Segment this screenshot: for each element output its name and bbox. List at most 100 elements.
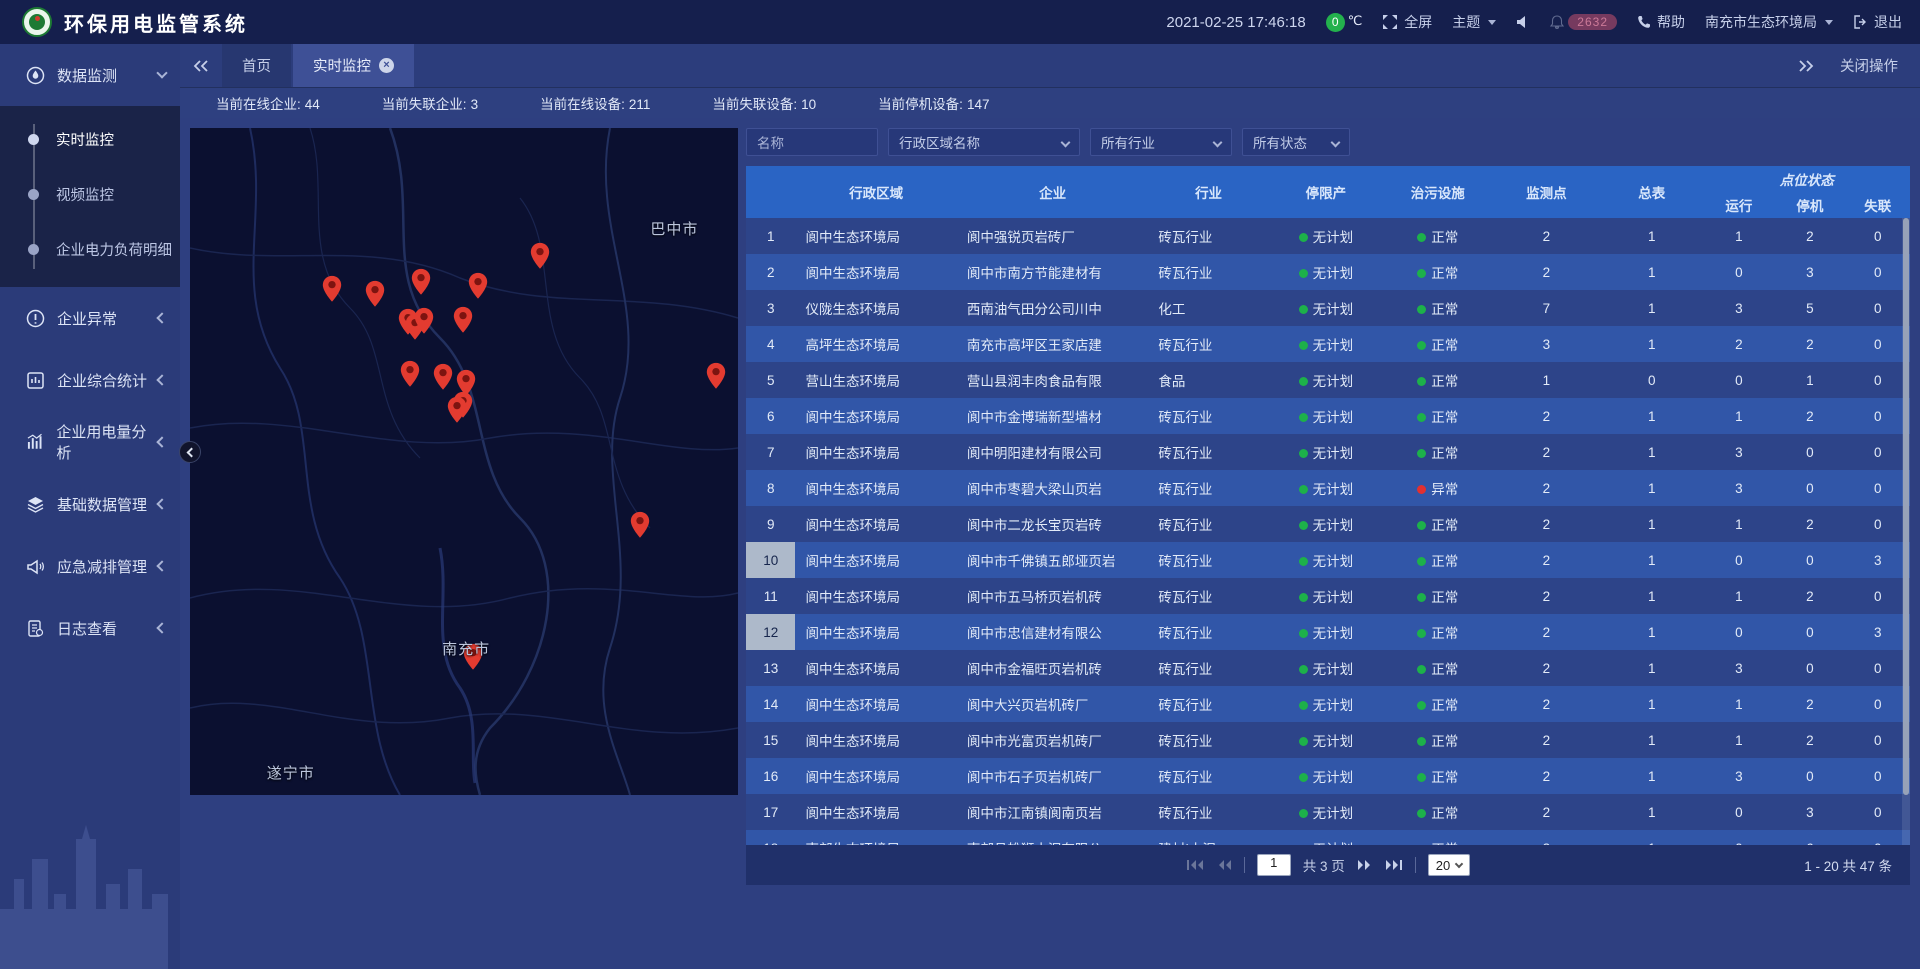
enterprise-table: 行政区域 企业 行业 停限产 治污设施 监测点 总表 点位状态: [746, 166, 1910, 845]
sidebar-item-data-monitoring[interactable]: 数据监测: [0, 44, 180, 106]
sound-button[interactable]: [1516, 15, 1530, 29]
industry-select[interactable]: 所有行业: [1090, 128, 1232, 156]
chevron-left-icon: [187, 448, 197, 458]
region-select[interactable]: 行政区域名称: [888, 128, 1080, 156]
map-pin-icon[interactable]: [413, 307, 434, 340]
datetime: 2021-02-25 17:46:18: [1166, 14, 1305, 31]
table-row[interactable]: 5营山生态环境局营山县润丰肉食品有限食品无计划正常10010: [746, 362, 1910, 398]
table-row[interactable]: 2阆中生态环境局阆中市南方节能建材有砖瓦行业无计划正常21030: [746, 254, 1910, 290]
sidebar-item-power-load-detail[interactable]: 企业电力负荷明细: [0, 222, 180, 277]
first-page-button[interactable]: [1186, 859, 1204, 871]
status-dot: [1299, 233, 1308, 242]
last-page-button[interactable]: [1385, 859, 1403, 871]
sidebar-item-log-view[interactable]: 日志查看: [0, 597, 180, 659]
filter-bar: 名称 行政区域名称 所有行业 所有状态: [746, 128, 1910, 156]
table-row[interactable]: 18南部生态环境局南部县雄狮水泥有限公建材|水泥无计划正常21060: [746, 830, 1910, 845]
map-pin-icon[interactable]: [321, 275, 342, 308]
stat-item: 当前在线企业:44: [216, 93, 320, 113]
table-row[interactable]: 10阆中生态环境局阆中市千佛镇五郎垭页岩砖瓦行业无计划正常21003: [746, 542, 1910, 578]
status-dot: [1299, 737, 1308, 746]
map-pin-icon[interactable]: [530, 242, 551, 275]
notification-count-badge: 2632: [1568, 14, 1617, 30]
map-panel[interactable]: 巴中市南充市遂宁市: [190, 128, 738, 795]
fullscreen-button[interactable]: 全屏: [1382, 12, 1432, 32]
table-scrollbar[interactable]: [1902, 218, 1910, 845]
logout-button[interactable]: 退出: [1853, 12, 1902, 32]
notifications[interactable]: 2632: [1550, 14, 1617, 30]
table-row[interactable]: 8阆中生态环境局阆中市枣碧大梁山页岩砖瓦行业无计划异常21300: [746, 470, 1910, 506]
col-region: 行政区域: [795, 166, 956, 218]
status-dot: [1299, 557, 1308, 566]
sidebar-item-emergency-reduction[interactable]: 应急减排管理: [0, 535, 180, 597]
sidebar-item-company-abnormal[interactable]: 企业异常: [0, 287, 180, 349]
map-pin-icon[interactable]: [452, 306, 473, 339]
sidebar: 数据监测 实时监控 视频监控 企业电力负荷明细 企业异常: [0, 44, 180, 969]
name-search-input[interactable]: 名称: [746, 128, 878, 156]
app: 环保用电监管系统 2021-02-25 17:46:18 0 ℃ 全屏 主题: [0, 0, 1920, 969]
map-pin-icon[interactable]: [446, 396, 467, 429]
speaker-icon: [1516, 15, 1530, 29]
table-row[interactable]: 14阆中生态环境局阆中大兴页岩机砖厂砖瓦行业无计划正常21120: [746, 686, 1910, 722]
tab-bar: 首页 实时监控 × 关闭操作: [180, 44, 1920, 88]
tabs-scroll-left-button[interactable]: [180, 44, 222, 87]
status-dot: [1417, 449, 1426, 458]
status-select[interactable]: 所有状态: [1242, 128, 1350, 156]
table-row[interactable]: 7阆中生态环境局阆中明阳建材有限公司砖瓦行业无计划正常21300: [746, 434, 1910, 470]
org-dropdown[interactable]: 南充市生态环境局: [1705, 12, 1833, 32]
close-icon[interactable]: ×: [379, 58, 394, 73]
total-pages-label: 共 3 页: [1303, 855, 1345, 875]
table-row[interactable]: 12阆中生态环境局阆中市忠信建材有限公砖瓦行业无计划正常21003: [746, 614, 1910, 650]
table-row[interactable]: 15阆中生态环境局阆中市光富页岩机砖厂砖瓦行业无计划正常21120: [746, 722, 1910, 758]
table-row[interactable]: 17阆中生态环境局阆中市江南镇阆南页岩砖瓦行业无计划正常21030: [746, 794, 1910, 830]
status-dot: [1417, 485, 1426, 494]
map-pin-icon[interactable]: [399, 360, 420, 393]
map-pin-icon[interactable]: [411, 268, 432, 301]
double-chevron-right-icon[interactable]: [1798, 60, 1814, 72]
theme-dropdown[interactable]: 主题: [1452, 12, 1496, 32]
map-pin-icon[interactable]: [365, 280, 386, 313]
megaphone-icon: [26, 557, 45, 576]
tab-home[interactable]: 首页: [222, 44, 291, 87]
chevron-down-icon: [1455, 859, 1463, 867]
chevron-left-icon: [156, 374, 167, 385]
table-row[interactable]: 6阆中生态环境局阆中市金博瑞新型墙材砖瓦行业无计划正常21120: [746, 398, 1910, 434]
col-point-status-group: 点位状态: [1703, 166, 1910, 192]
table-row[interactable]: 9阆中生态环境局阆中市二龙长宝页岩砖砖瓦行业无计划正常21120: [746, 506, 1910, 542]
first-page-icon: [1186, 859, 1204, 871]
chevron-left-icon: [157, 436, 168, 447]
status-dot: [1299, 521, 1308, 530]
sidebar-item-company-statistics[interactable]: 企业综合统计: [0, 349, 180, 411]
page-number-input[interactable]: 1: [1257, 854, 1291, 876]
sidebar-item-basic-data[interactable]: 基础数据管理: [0, 473, 180, 535]
status-dot: [1299, 341, 1308, 350]
close-operations-button[interactable]: 关闭操作: [1840, 55, 1898, 76]
table-row[interactable]: 11阆中生态环境局阆中市五马桥页岩机砖砖瓦行业无计划正常21120: [746, 578, 1910, 614]
prev-page-button[interactable]: [1216, 859, 1232, 871]
temperature: 0 ℃: [1326, 13, 1363, 32]
table-row[interactable]: 3仪陇生态环境局西南油气田分公司川中化工无计划正常71350: [746, 290, 1910, 326]
chevron-left-icon: [156, 498, 167, 509]
status-dot: [1299, 773, 1308, 782]
chevron-down-icon: [1488, 20, 1496, 25]
temperature-unit: ℃: [1348, 13, 1363, 29]
sidebar-item-power-analysis[interactable]: 企业用电量分析: [0, 411, 180, 473]
table-row[interactable]: 13阆中生态环境局阆中市金福旺页岩机砖砖瓦行业无计划正常21300: [746, 650, 1910, 686]
col-facility: 治污设施: [1383, 166, 1493, 218]
status-dot: [1299, 449, 1308, 458]
col-index: [746, 166, 795, 218]
table-row[interactable]: 4高坪生态环境局南充市高坪区王家店建砖瓦行业无计划正常31220: [746, 326, 1910, 362]
sidebar-item-video-monitor[interactable]: 视频监控: [0, 167, 180, 222]
page-size-select[interactable]: 20: [1428, 854, 1470, 876]
table-row[interactable]: 1阆中生态环境局阆中强锐页岩砖厂砖瓦行业无计划正常21120: [746, 218, 1910, 254]
chevron-down-icon: [1061, 137, 1071, 147]
map-pin-icon[interactable]: [706, 362, 727, 395]
table-row[interactable]: 16阆中生态环境局阆中市石子页岩机砖厂砖瓦行业无计划正常21300: [746, 758, 1910, 794]
sidebar-item-realtime-monitor[interactable]: 实时监控: [0, 112, 180, 167]
help-button[interactable]: 帮助: [1637, 12, 1685, 32]
map-pin-icon[interactable]: [629, 511, 650, 544]
next-page-button[interactable]: [1357, 859, 1373, 871]
map-pin-icon[interactable]: [468, 272, 489, 305]
map-pin-icon[interactable]: [433, 363, 454, 396]
status-dot: [1417, 413, 1426, 422]
tab-realtime-monitor[interactable]: 实时监控 ×: [293, 44, 414, 87]
